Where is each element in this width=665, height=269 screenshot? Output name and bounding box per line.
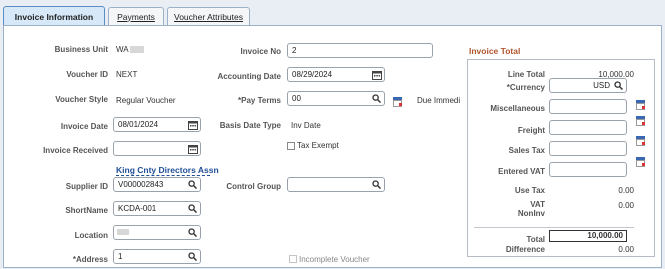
miscellaneous-label: Miscellaneous [490, 104, 545, 113]
use-tax-label: Use Tax [514, 186, 545, 195]
location-label: Location [74, 231, 108, 240]
voucher-id-label: Voucher ID [66, 70, 108, 79]
incomplete-voucher-checkbox[interactable] [289, 255, 297, 263]
tab-label: Payments [117, 11, 155, 22]
miscellaneous-field[interactable] [549, 99, 627, 114]
tab-label: Voucher Attributes [174, 11, 243, 22]
detail-grid-icon[interactable] [636, 157, 645, 167]
detail-grid-icon[interactable] [636, 116, 645, 126]
line-total-label: Line Total [507, 70, 545, 79]
total-value: 10,000.00 [549, 230, 627, 242]
tab-payments[interactable]: Payments [108, 7, 164, 25]
invoice-date-label: Invoice Date [60, 122, 108, 131]
search-icon[interactable] [613, 80, 624, 91]
vat-noninv-label-line1: VAT [530, 200, 545, 209]
voucher-style-label: Voucher Style [55, 95, 108, 104]
voucher-id-value: NEXT [116, 70, 138, 79]
tax-exempt-label: Tax Exempt [297, 141, 339, 150]
tab-voucher-attributes[interactable]: Voucher Attributes [167, 7, 250, 25]
pay-terms-label: *Pay Terms [238, 96, 281, 105]
detail-grid-icon[interactable] [393, 97, 402, 107]
tax-exempt-checkbox[interactable] [287, 142, 295, 150]
invoice-no-field[interactable]: 2 [287, 43, 433, 58]
link-underline [116, 175, 210, 176]
invoice-total-title: Invoice Total [469, 46, 521, 56]
total-label: Total [526, 235, 545, 244]
calendar-icon[interactable] [187, 119, 198, 130]
sales-tax-field[interactable] [549, 141, 627, 156]
incomplete-voucher-label: Incomplete Voucher [299, 255, 370, 264]
sales-tax-label: Sales Tax [508, 146, 545, 155]
address-label: *Address [72, 255, 108, 264]
due-text: Due Immedi [417, 96, 461, 105]
voucher-style-value: Regular Voucher [116, 96, 176, 105]
detail-grid-icon[interactable] [636, 100, 645, 110]
invoice-no-label: Invoice No [240, 47, 281, 56]
supplier-name-link[interactable]: King Cnty Directors Assn [116, 165, 219, 175]
calendar-icon[interactable] [187, 143, 198, 154]
search-icon[interactable] [187, 227, 198, 238]
accounting-date-label: Accounting Date [217, 72, 281, 81]
business-unit-value: WA [116, 45, 144, 54]
basis-date-type-value: Inv Date [291, 121, 321, 130]
tab-invoice-information[interactable]: Invoice Information [3, 6, 105, 26]
entered-vat-label: Entered VAT [498, 167, 545, 176]
search-icon[interactable] [187, 203, 198, 214]
basis-date-type-label: Basis Date Type [219, 121, 281, 130]
shortname-label: ShortName [65, 206, 108, 215]
business-unit-label: Business Unit [54, 45, 108, 54]
freight-label: Freight [517, 126, 545, 135]
search-icon[interactable] [371, 93, 382, 104]
calendar-icon[interactable] [371, 69, 382, 80]
tab-label: Invoice Information [14, 11, 94, 22]
invoice-received-label: Invoice Received [43, 146, 108, 155]
control-group-label: Control Group [226, 182, 281, 191]
search-icon[interactable] [187, 251, 198, 262]
detail-grid-icon[interactable] [636, 136, 645, 146]
redacted-block [117, 229, 129, 235]
use-tax-value: 0.00 [618, 186, 634, 195]
supplier-id-label: Supplier ID [65, 182, 108, 191]
currency-label: *Currency [506, 83, 545, 92]
difference-value: 0.00 [618, 245, 634, 254]
search-icon[interactable] [187, 179, 198, 190]
total-divider [474, 227, 634, 228]
search-icon[interactable] [371, 179, 382, 190]
vat-noninv-value: 0.00 [618, 201, 634, 210]
difference-label: Difference [505, 245, 545, 254]
redacted-block [129, 46, 144, 54]
freight-field[interactable] [549, 120, 627, 135]
entered-vat-field[interactable] [549, 162, 627, 177]
vat-noninv-label-line2: NonInv [517, 209, 545, 218]
